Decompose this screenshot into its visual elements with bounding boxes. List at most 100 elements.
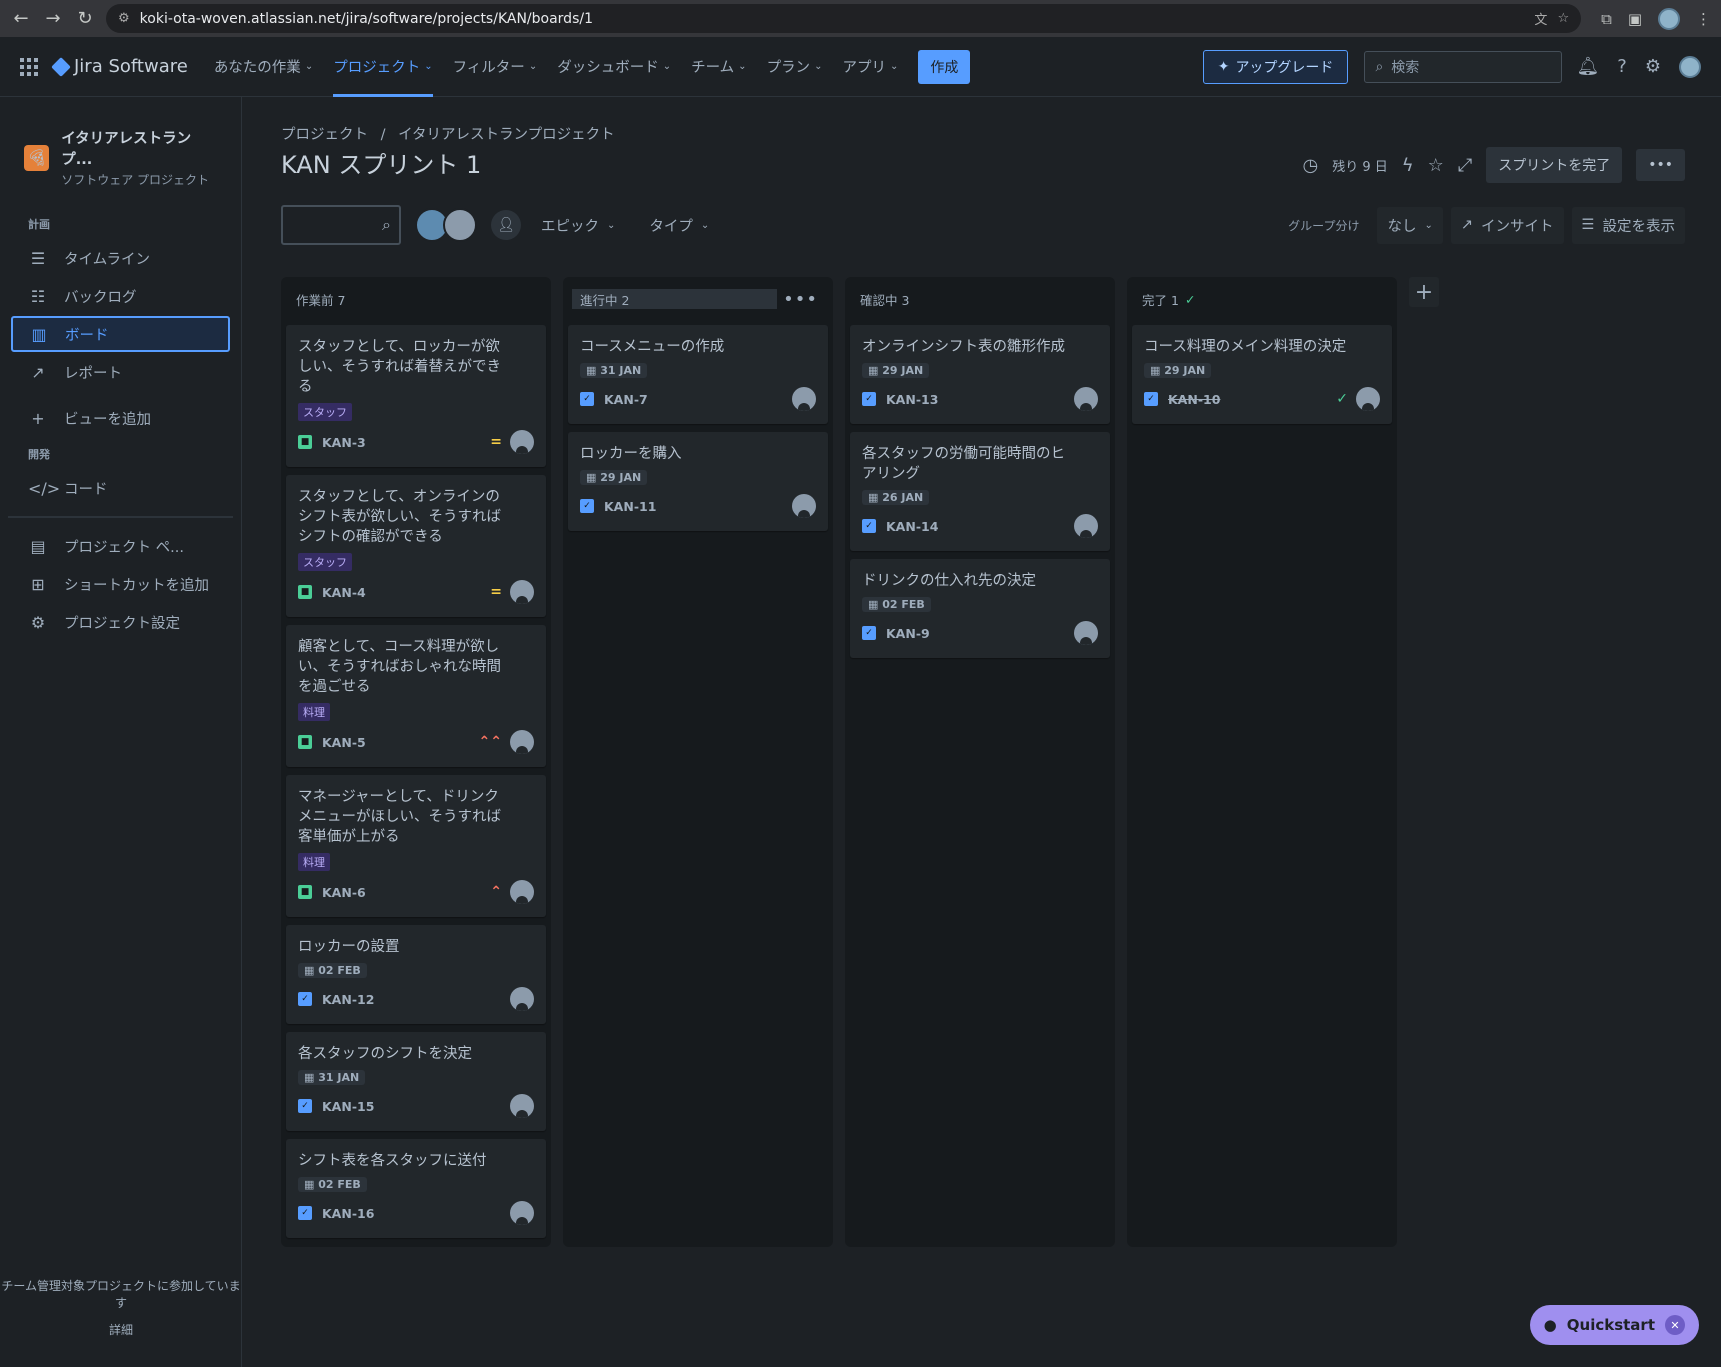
issue-card[interactable]: ドリンクの仕入れ先の決定 ▦ 02 FEB ✓ KAN-9 <box>850 559 1110 658</box>
nav-projects[interactable]: プロジェクト ⌄ <box>333 37 433 97</box>
side-panel-icon[interactable]: ▣ <box>1628 10 1642 28</box>
issue-card[interactable]: コースメニューの作成 ▦ 31 JAN ✓ KAN-7 <box>568 325 828 424</box>
epic-filter[interactable]: エピック ⌄ <box>541 215 615 236</box>
sidebar-item-project-settings[interactable]: ⚙ プロジェクト設定 <box>0 604 241 640</box>
unassigned-avatar[interactable] <box>443 208 477 242</box>
group-by-select[interactable]: なし ⌄ <box>1377 206 1443 244</box>
issue-key[interactable]: KAN-9 <box>886 626 930 641</box>
automation-icon[interactable]: ϟ <box>1402 155 1414 176</box>
add-column-button[interactable]: + <box>1409 277 1439 307</box>
issue-card[interactable]: マネージャーとして、ドリンクメニューがほしい、そうすれば客単価が上がる 料理 ■ KA… <box>286 775 546 917</box>
issue-key[interactable]: KAN-15 <box>322 1099 374 1114</box>
issue-key[interactable]: KAN-12 <box>322 992 374 1007</box>
breadcrumb-projects[interactable]: プロジェクト <box>281 127 368 143</box>
issue-key[interactable]: KAN-14 <box>886 519 938 534</box>
issue-key[interactable]: KAN-7 <box>604 392 648 407</box>
assignee-avatar[interactable] <box>792 494 816 518</box>
issue-card[interactable]: ロッカーの設置 ▦ 02 FEB ✓ KAN-12 <box>286 925 546 1024</box>
site-info-icon[interactable]: ⚙ <box>118 11 130 26</box>
nav-plans[interactable]: プラン ⌄ <box>767 37 823 97</box>
issue-card[interactable]: オンラインシフト表の雛形作成 ▦ 29 JAN ✓ KAN-13 <box>850 325 1110 424</box>
fullscreen-icon[interactable]: ⤢ <box>1458 155 1472 176</box>
issue-key[interactable]: KAN-16 <box>322 1206 374 1221</box>
issue-key[interactable]: KAN-13 <box>886 392 938 407</box>
jira-logo[interactable]: Jira Software <box>51 56 188 77</box>
assignee-avatar[interactable] <box>510 880 534 904</box>
reload-icon[interactable]: ↻ <box>74 8 96 29</box>
forward-icon[interactable]: → <box>42 8 64 29</box>
learn-more-link[interactable]: 詳細 <box>0 1322 242 1339</box>
column-header[interactable]: 確認中 3 <box>850 285 1110 313</box>
issue-key[interactable]: KAN-5 <box>322 735 366 750</box>
nav-your-work[interactable]: あなたの作業 ⌄ <box>214 37 313 97</box>
complete-sprint-button[interactable]: スプリントを完了 <box>1486 147 1623 183</box>
view-settings-button[interactable]: ☰ 設定を表示 <box>1571 206 1685 244</box>
star-icon[interactable]: ☆ <box>1428 155 1444 176</box>
assignee-avatar[interactable] <box>510 987 534 1011</box>
issue-key[interactable]: KAN-10 <box>1168 392 1220 407</box>
create-button[interactable]: 作成 <box>918 49 971 84</box>
bookmark-star-icon[interactable]: ☆ <box>1557 11 1569 26</box>
nav-filters[interactable]: フィルター ⌄ <box>453 37 538 97</box>
assignee-avatar[interactable] <box>1356 387 1380 411</box>
column-more-icon[interactable]: ••• <box>783 289 818 310</box>
assignee-avatar[interactable] <box>510 1094 534 1118</box>
upgrade-button[interactable]: ✦ アップグレード <box>1202 49 1349 84</box>
column-header[interactable]: 進行中 2 ••• <box>568 285 828 313</box>
issue-card[interactable]: スタッフとして、オンラインのシフト表が欲しい、そうすればシフトの確認ができる スタ… <box>286 475 546 617</box>
settings-gear-icon[interactable]: ⚙ <box>1645 56 1661 77</box>
type-filter[interactable]: タイプ ⌄ <box>649 215 709 236</box>
issue-card[interactable]: スタッフとして、ロッカーが欲しい、そうすれば着替えができる スタッフ ■ KAN-3 = <box>286 325 546 467</box>
board-search-input[interactable]: ⌕ <box>281 205 401 245</box>
column-header[interactable]: 完了 1 ✓ <box>1132 285 1392 313</box>
user-avatar[interactable] <box>1679 55 1701 78</box>
issue-card[interactable]: 各スタッフのシフトを決定 ▦ 31 JAN ✓ KAN-15 <box>286 1032 546 1131</box>
assignee-avatar[interactable] <box>1074 387 1098 411</box>
sidebar-item-timeline[interactable]: ☰ タイムライン <box>0 240 241 276</box>
assignee-avatar[interactable] <box>1074 514 1098 538</box>
notifications-icon[interactable]: 🔔︎ <box>1576 56 1599 77</box>
issue-card[interactable]: 各スタッフの労働可能時間のヒアリング ▦ 26 JAN ✓ KAN-14 <box>850 432 1110 551</box>
issue-key[interactable]: KAN-11 <box>604 499 656 514</box>
nav-teams[interactable]: チーム ⌄ <box>691 37 746 97</box>
issue-key[interactable]: KAN-6 <box>322 885 366 900</box>
browser-menu-icon[interactable]: ⋮ <box>1696 10 1711 28</box>
issue-card[interactable]: シフト表を各スタッフに送付 ▦ 02 FEB ✓ KAN-16 <box>286 1139 546 1238</box>
close-icon[interactable]: ✕ <box>1665 1315 1685 1335</box>
sidebar-item-backlog[interactable]: ☷ バックログ <box>0 278 241 314</box>
assignee-avatar[interactable] <box>510 580 534 604</box>
column-header[interactable]: 作業前 7 <box>286 285 546 313</box>
insight-button[interactable]: ↗ インサイト <box>1450 206 1564 244</box>
sidebar-item-board[interactable]: ▥ ボード <box>11 316 230 352</box>
nav-apps[interactable]: アプリ ⌄ <box>842 37 898 97</box>
issue-card[interactable]: ロッカーを購入 ▦ 29 JAN ✓ KAN-11 <box>568 432 828 531</box>
url-text[interactable]: koki-ota-woven.atlassian.net/jira/softwa… <box>140 11 593 27</box>
add-people-icon[interactable]: 👤︎ <box>491 210 521 240</box>
address-bar[interactable]: ⚙ koki-ota-woven.atlassian.net/jira/soft… <box>106 4 1582 33</box>
extensions-icon[interactable]: ⧉ <box>1601 10 1612 28</box>
assignee-avatar[interactable] <box>510 730 534 754</box>
help-icon[interactable]: ? <box>1617 56 1627 77</box>
issue-card[interactable]: 顧客として、コース料理が欲しい、そうすればおしゃれな時間を過ごせる 料理 ■ KAN-… <box>286 625 546 767</box>
assignee-avatar[interactable] <box>510 1201 534 1225</box>
issue-key[interactable]: KAN-3 <box>322 435 366 450</box>
issue-key[interactable]: KAN-4 <box>322 585 366 600</box>
sidebar-item-add-shortcut[interactable]: ⊞ ショートカットを追加 <box>0 566 241 602</box>
nav-dashboards[interactable]: ダッシュボード ⌄ <box>557 37 671 97</box>
quickstart-button[interactable]: ● Quickstart ✕ <box>1529 1305 1699 1345</box>
browser-profile-avatar[interactable] <box>1658 7 1680 30</box>
sidebar-item-code[interactable]: </> コード <box>0 470 241 506</box>
app-switcher-icon[interactable] <box>20 57 38 76</box>
sidebar-item-reports[interactable]: ↗ レポート <box>0 354 241 390</box>
sidebar-item-project-pages[interactable]: ▤ プロジェクト ペ... <box>0 528 241 564</box>
assignee-avatar[interactable] <box>1074 621 1098 645</box>
days-remaining[interactable]: 残り 9 日 <box>1332 156 1388 175</box>
search-input[interactable]: ⌕ 検索 <box>1364 50 1563 83</box>
breadcrumb-project[interactable]: イタリアレストランプロジェクト <box>398 127 614 143</box>
project-header[interactable]: 🍕︎ イタリアレストランプ... ソフトウェア プロジェクト <box>0 97 241 208</box>
issue-card[interactable]: コース料理のメイン料理の決定 ▦ 29 JAN ✓ KAN-10 ✓ <box>1132 325 1392 424</box>
assignee-avatar[interactable] <box>510 430 534 454</box>
assignee-avatar[interactable] <box>792 387 816 411</box>
sidebar-item-add-view[interactable]: + ビューを追加 <box>0 400 241 436</box>
translate-icon[interactable]: 文 <box>1534 9 1547 28</box>
